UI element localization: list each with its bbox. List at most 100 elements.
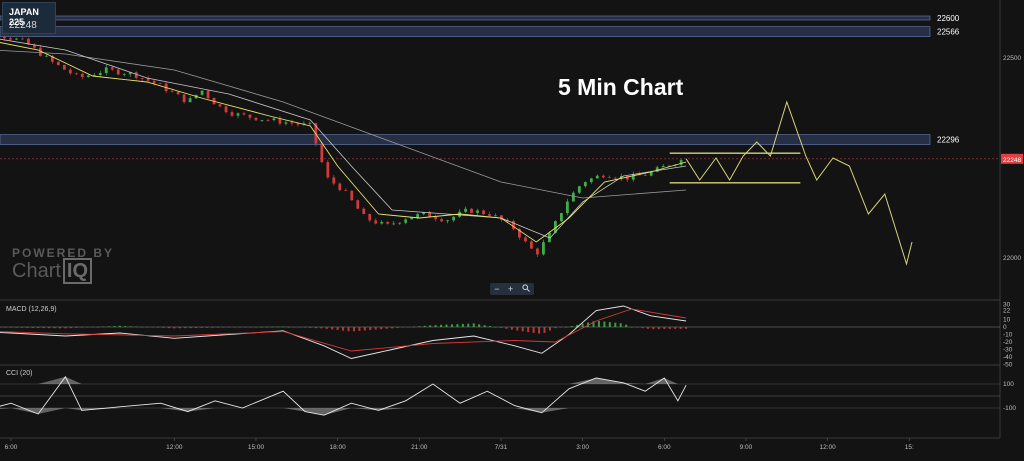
candle-body xyxy=(452,216,455,221)
candle-body xyxy=(571,192,575,202)
candle-body xyxy=(392,223,396,225)
macd-histogram-bar xyxy=(4,327,7,328)
macd-histogram-bar xyxy=(42,327,45,329)
macd-histogram-bar xyxy=(450,324,453,327)
macd-tick-label: -40 xyxy=(1003,354,1013,361)
time-tick-label: 6:00 xyxy=(5,444,18,451)
zoom-out-button[interactable]: − xyxy=(494,284,499,294)
time-tick-label: 12:00 xyxy=(166,444,183,451)
candle-body xyxy=(344,190,348,191)
candle-body xyxy=(464,208,467,212)
macd-histogram-bar xyxy=(679,327,682,329)
candle-body xyxy=(158,83,162,85)
macd-histogram-bar xyxy=(608,322,611,327)
macd-pane-label: MACD (12,26,9) xyxy=(6,306,57,313)
candle-body xyxy=(9,38,12,40)
zoom-reset-button[interactable] xyxy=(522,284,530,294)
macd-histogram-bar xyxy=(64,327,67,329)
candle-body xyxy=(200,90,204,95)
macd-histogram-bar xyxy=(559,327,562,328)
candle-body xyxy=(290,122,294,124)
cci-pane-label: CCI (20) xyxy=(6,370,33,377)
macd-histogram-bar xyxy=(86,327,89,328)
macd-histogram-bar xyxy=(412,326,415,328)
macd-histogram-bar xyxy=(205,327,208,328)
macd-histogram-bar xyxy=(75,327,78,328)
candle-body xyxy=(565,201,569,214)
candle-body xyxy=(272,118,276,121)
candle-body xyxy=(494,215,497,217)
macd-histogram-bar xyxy=(663,327,666,330)
macd-histogram-bar xyxy=(570,326,573,327)
time-tick-label: 15:00 xyxy=(248,444,265,451)
candle-body xyxy=(398,222,402,224)
macd-histogram-bar xyxy=(189,327,192,329)
macd-histogram-bar xyxy=(48,327,51,329)
level-label-22566: 22566 xyxy=(937,28,960,37)
macd-histogram-bar xyxy=(58,327,61,329)
candle-body xyxy=(470,208,473,213)
candle-body xyxy=(260,119,264,121)
macd-tick-label: 0 xyxy=(1003,324,1007,331)
candle-body xyxy=(536,248,539,255)
macd-histogram-bar xyxy=(216,327,219,328)
time-tick-label: 9:00 xyxy=(740,444,753,451)
candle-body xyxy=(386,221,390,224)
macd-histogram-bar xyxy=(260,326,263,328)
candle-body xyxy=(542,242,545,255)
macd-histogram-bar xyxy=(614,322,617,327)
candle-body xyxy=(74,73,78,75)
macd-histogram-bar xyxy=(53,327,56,329)
macd-histogram-bar xyxy=(625,324,628,327)
macd-tick-label: -20 xyxy=(1003,339,1013,346)
watermark-chart-text: Chart xyxy=(12,260,61,282)
macd-histogram-bar xyxy=(298,327,301,328)
candle-body xyxy=(230,112,234,116)
symbol-box[interactable]: JAPAN 225 22248 xyxy=(2,2,56,34)
symbol-price: 22248 xyxy=(9,20,37,31)
macd-histogram-bar xyxy=(369,327,372,331)
macd-histogram-bar xyxy=(314,327,317,329)
macd-histogram-bar xyxy=(652,327,655,330)
macd-histogram-bar xyxy=(527,327,530,333)
level-band-22296 xyxy=(0,134,931,145)
macd-histogram-bar xyxy=(303,327,306,328)
macd-histogram-bar xyxy=(254,327,257,328)
candle-body xyxy=(577,186,581,193)
macd-histogram-bar xyxy=(37,327,40,329)
macd-histogram-bar xyxy=(10,327,12,328)
macd-histogram-bar xyxy=(668,327,671,329)
candle-body xyxy=(380,221,384,224)
candle-body xyxy=(308,123,312,124)
magnifier-icon xyxy=(522,284,530,292)
candle-body xyxy=(661,165,665,168)
chart-background xyxy=(0,0,1024,456)
candle-body xyxy=(242,113,246,115)
zoom-in-button[interactable]: + xyxy=(508,284,513,294)
macd-histogram-bar xyxy=(162,327,165,328)
macd-histogram-bar xyxy=(107,326,110,327)
macd-histogram-bar xyxy=(516,327,519,331)
candle-body xyxy=(254,117,258,121)
macd-histogram-bar xyxy=(309,327,312,328)
candle-body xyxy=(332,177,336,184)
macd-histogram-bar xyxy=(657,327,660,330)
candle-body xyxy=(404,219,408,223)
candle-body xyxy=(182,94,186,103)
level-band-22600 xyxy=(0,15,931,21)
candle-body xyxy=(248,114,252,118)
macd-histogram-bar xyxy=(151,327,154,328)
candle-body xyxy=(476,210,479,213)
macd-histogram-bar xyxy=(641,327,644,329)
macd-histogram-bar xyxy=(543,327,546,333)
macd-histogram-bar xyxy=(374,327,377,330)
candle-body xyxy=(68,69,72,74)
macd-histogram-bar xyxy=(510,327,513,330)
candle-body xyxy=(224,106,228,113)
candle-body xyxy=(80,73,84,78)
macd-histogram-bar xyxy=(489,326,492,327)
candle-body xyxy=(116,69,120,75)
chart-canvas[interactable]: 22600225662229622248 22000225003022100-1… xyxy=(0,0,1024,456)
macd-histogram-bar xyxy=(271,326,274,328)
macd-histogram-bar xyxy=(423,325,426,327)
